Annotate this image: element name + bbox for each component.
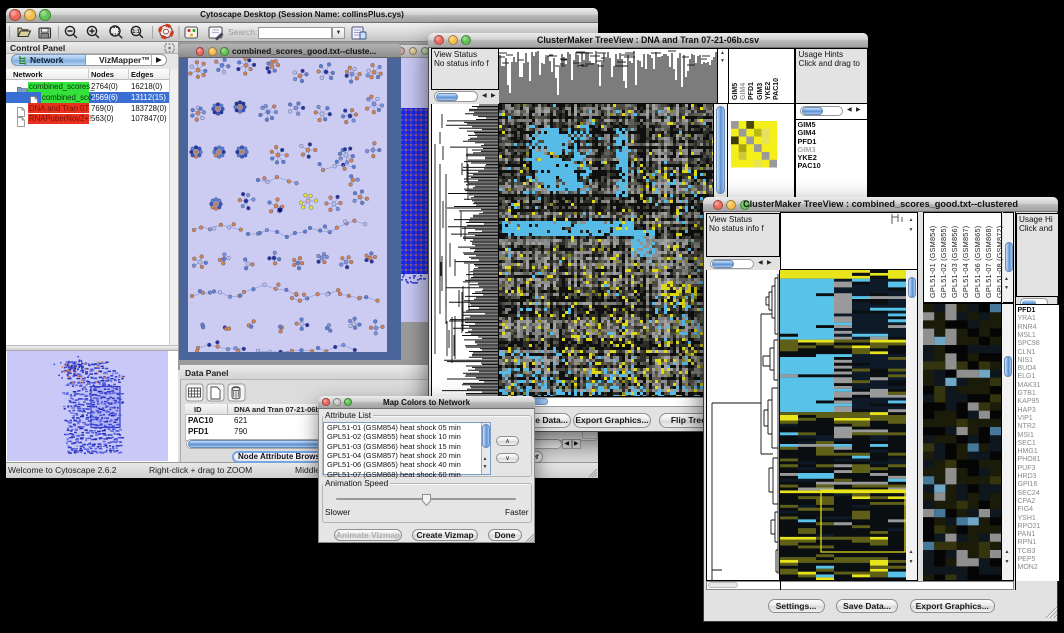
svg-text:1:1: 1:1 bbox=[132, 29, 139, 35]
